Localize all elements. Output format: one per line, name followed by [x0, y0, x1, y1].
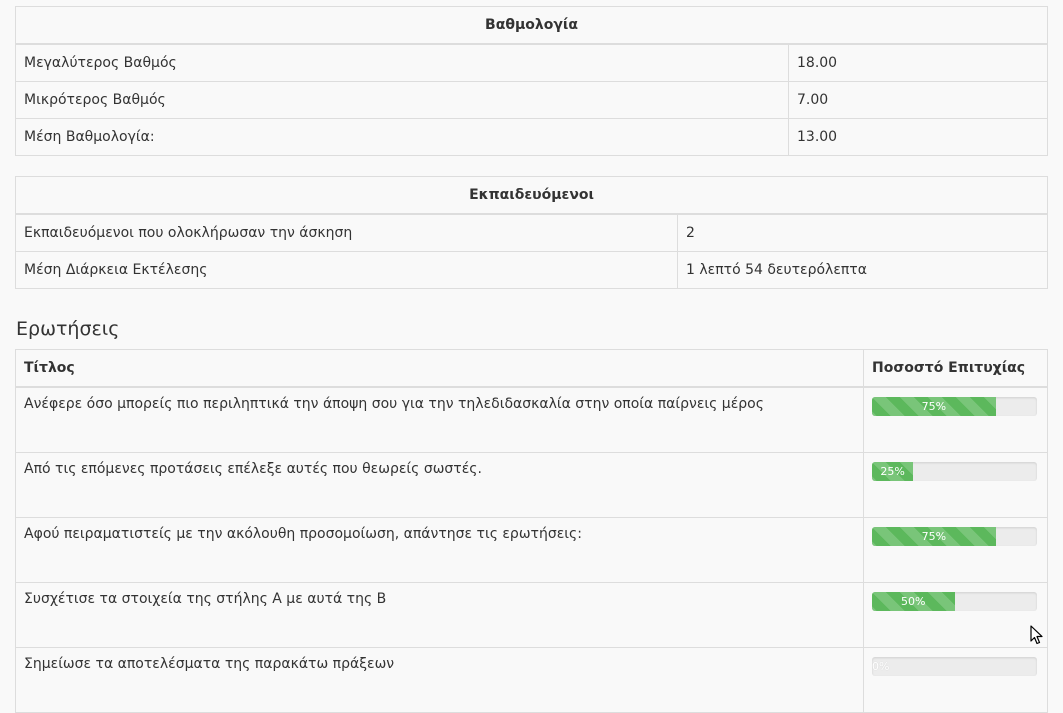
table-row: Αφού πειραματιστείς με την ακόλουθη προσ…	[15, 517, 1048, 583]
success-cell: 0%	[863, 647, 1048, 713]
main-content: Βαθμολογία Μεγαλύτερος Βαθμός 18.00 Μικρ…	[14, 6, 1049, 713]
success-cell: 25%	[863, 452, 1048, 518]
table-row: Ανέφερε όσο μπορείς πιο περιληπτικά την …	[15, 386, 1048, 453]
table-row: Μέση Διάρκεια Εκτέλεσης 1 λεπτό 54 δευτε…	[15, 251, 1049, 289]
avg-duration-label: Μέση Διάρκεια Εκτέλεσης	[15, 251, 678, 289]
progress-fill: 75%	[872, 527, 996, 546]
progress-bar: 25%	[872, 462, 1037, 481]
max-grade-label: Μεγαλύτερος Βαθμός	[15, 43, 789, 82]
progress-fill: 50%	[872, 592, 955, 611]
avg-grade-value: 13.00	[787, 118, 1049, 156]
questions-table: Τίτλος Ποσοστό Επιτυχίας Ανέφερε όσο μπο…	[15, 349, 1048, 713]
success-cell: 75%	[863, 386, 1048, 453]
col-success-header: Ποσοστό Επιτυχίας	[863, 349, 1048, 388]
table-row: Από τις επόμενες προτάσεις επέλεξε αυτές…	[15, 452, 1048, 518]
question-title: Συσχέτισε τα στοιχεία της στήλης Α με αυ…	[15, 582, 864, 648]
completed-label: Εκπαιδευόμενοι που ολοκλήρωσαν την άσκησ…	[15, 213, 678, 252]
progress-fill: 75%	[872, 397, 996, 416]
table-row: Μέση Βαθμολογία: 13.00	[15, 118, 1049, 156]
grades-table: Βαθμολογία Μεγαλύτερος Βαθμός 18.00 Μικρ…	[14, 6, 1049, 156]
question-title: Σημείωσε τα αποτελέσματα της παρακάτω πρ…	[15, 647, 864, 713]
students-table: Εκπαιδευόμενοι Εκπαιδευόμενοι που ολοκλή…	[14, 176, 1049, 289]
min-grade-value: 7.00	[787, 81, 1049, 119]
min-grade-label: Μικρότερος Βαθμός	[15, 81, 789, 119]
completed-value: 2	[676, 213, 1049, 252]
table-row: Συσχέτισε τα στοιχεία της στήλης Α με αυ…	[15, 582, 1048, 648]
progress-label: 0%	[872, 660, 890, 673]
progress-fill: 25%	[872, 462, 914, 481]
mouse-cursor-icon	[1030, 625, 1043, 645]
table-row: Εκπαιδευόμενοι που ολοκλήρωσαν την άσκησ…	[15, 213, 1049, 252]
avg-duration-value: 1 λεπτό 54 δευτερόλεπτα	[676, 251, 1049, 289]
progress-bar: 75%	[872, 527, 1037, 546]
table-row: Μικρότερος Βαθμός 7.00	[15, 81, 1049, 119]
avg-grade-label: Μέση Βαθμολογία:	[15, 118, 789, 156]
table-row: Σημείωσε τα αποτελέσματα της παρακάτω πρ…	[15, 647, 1048, 713]
success-cell: 75%	[863, 517, 1048, 583]
progress-bar: 0%	[872, 657, 1037, 676]
question-title: Ανέφερε όσο μπορείς πιο περιληπτικά την …	[15, 386, 864, 453]
grades-header: Βαθμολογία	[14, 6, 1049, 45]
success-cell: 50%	[863, 582, 1048, 648]
question-title: Από τις επόμενες προτάσεις επέλεξε αυτές…	[15, 452, 864, 518]
progress-bar: 50%	[872, 592, 1037, 611]
table-row: Μεγαλύτερος Βαθμός 18.00	[15, 43, 1049, 82]
col-title-header: Τίτλος	[15, 349, 864, 388]
question-title: Αφού πειραματιστείς με την ακόλουθη προσ…	[15, 517, 864, 583]
max-grade-value: 18.00	[787, 43, 1049, 82]
progress-bar: 75%	[872, 397, 1037, 416]
students-header: Εκπαιδευόμενοι	[14, 176, 1049, 215]
questions-section-title: Ερωτήσεις	[16, 318, 120, 340]
